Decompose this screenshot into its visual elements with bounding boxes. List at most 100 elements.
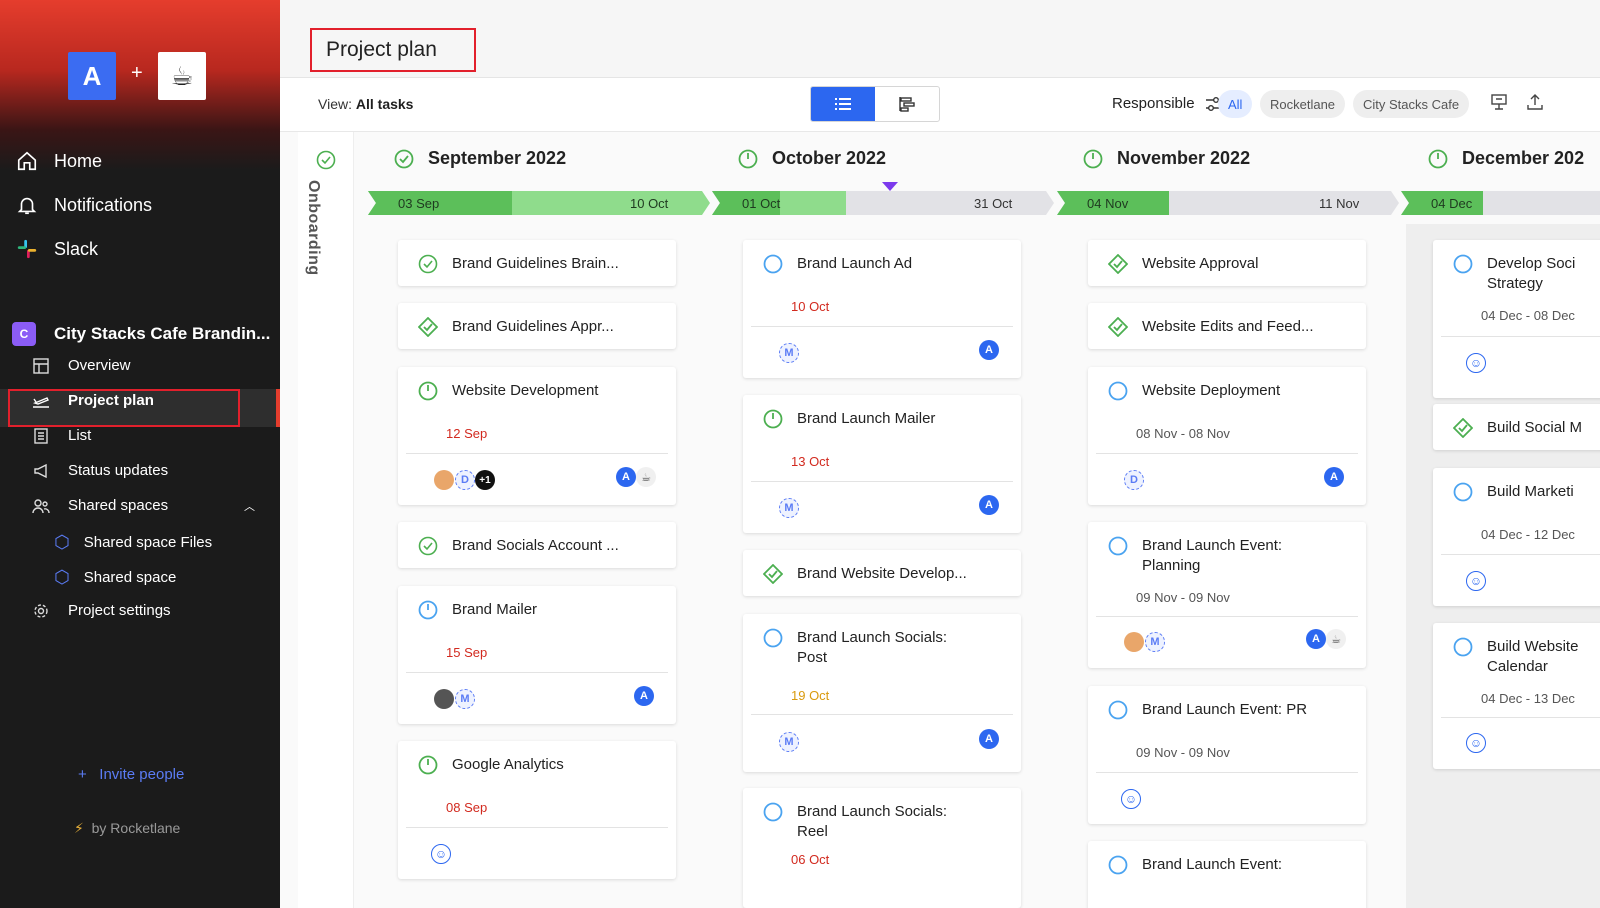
list-icon bbox=[32, 427, 50, 444]
nav-shared-spaces[interactable]: Shared spaces ︿ bbox=[32, 497, 262, 514]
presentation-icon[interactable] bbox=[1490, 93, 1508, 116]
avatar[interactable]: M bbox=[455, 689, 475, 709]
nav-slack[interactable]: Slack bbox=[14, 238, 98, 260]
avatar[interactable]: M bbox=[779, 343, 799, 363]
task-name: Brand Guidelines Brain... bbox=[452, 255, 619, 272]
owner-avatar[interactable]: A bbox=[634, 686, 654, 706]
task-card[interactable]: Build Website Calendar 04 Dec - 13 Dec ☺ bbox=[1433, 623, 1600, 769]
card-divider bbox=[1096, 453, 1358, 454]
bar-end-date: 11 Nov bbox=[1319, 196, 1360, 211]
milestone-card[interactable]: Website Edits and Feed... bbox=[1088, 303, 1366, 349]
nav-project-settings[interactable]: Project settings bbox=[32, 602, 171, 619]
milestone-diamond-icon bbox=[1453, 418, 1473, 438]
circle-todo-icon bbox=[763, 802, 783, 822]
task-name: Brand Guidelines Appr... bbox=[452, 318, 614, 335]
month-header-september: September 2022 bbox=[394, 148, 566, 169]
avatar[interactable]: M bbox=[779, 498, 799, 518]
timeline-bar-november[interactable]: 04 Nov 11 Nov bbox=[1057, 191, 1399, 215]
list-view-button[interactable] bbox=[811, 87, 875, 121]
project-header[interactable]: C City Stacks Cafe Brandin... bbox=[12, 322, 270, 346]
powered-by[interactable]: ⚡ by Rocketlane bbox=[74, 820, 180, 837]
unassigned-user-icon[interactable]: ☺ bbox=[431, 844, 451, 864]
task-card[interactable]: Brand Launch Event: PR 09 Nov - 09 Nov ☺ bbox=[1088, 686, 1366, 824]
nav-overview[interactable]: Overview bbox=[32, 357, 131, 374]
owner-avatar[interactable]: A bbox=[979, 340, 999, 360]
nav-list[interactable]: List bbox=[32, 427, 91, 444]
milestone-diamond-icon bbox=[1108, 317, 1128, 337]
chevron-up-icon[interactable]: ︿ bbox=[244, 498, 255, 514]
milestone-card[interactable]: Website Approval bbox=[1088, 240, 1366, 286]
task-name: Brand Launch Ad bbox=[797, 255, 913, 272]
task-card[interactable]: Brand Launch Socials: Post 19 Oct M A bbox=[743, 614, 1021, 772]
invite-people-link[interactable]: + Invite people bbox=[78, 766, 184, 783]
avatar[interactable]: M bbox=[1145, 632, 1165, 652]
avatar[interactable] bbox=[434, 470, 454, 490]
task-card[interactable]: Develop Soci Strategy 04 Dec - 08 Dec ☺ bbox=[1433, 240, 1600, 398]
unassigned-user-icon[interactable]: ☺ bbox=[1121, 789, 1141, 809]
gantt-view-button[interactable] bbox=[875, 87, 939, 121]
task-card[interactable]: Google Analytics 08 Sep ☺ bbox=[398, 741, 676, 879]
avatar[interactable]: M bbox=[779, 732, 799, 752]
task-card[interactable]: Build Marketi 04 Dec - 12 Dec ☺ bbox=[1433, 468, 1600, 606]
timeline-bar-december[interactable]: 04 Dec bbox=[1401, 191, 1600, 215]
circle-todo-icon bbox=[1453, 482, 1473, 502]
milestone-card[interactable]: Build Social M bbox=[1433, 404, 1600, 450]
milestone-card[interactable]: Brand Guidelines Appr... bbox=[398, 303, 676, 349]
timeline-bar-september[interactable]: 03 Sep 10 Oct bbox=[368, 191, 710, 215]
logo-letter: A bbox=[82, 60, 102, 91]
avatar[interactable]: D bbox=[455, 470, 475, 490]
task-card[interactable]: Brand Launch Ad 10 Oct M A bbox=[743, 240, 1021, 378]
filter-chip-rocketlane[interactable]: Rocketlane bbox=[1260, 90, 1346, 118]
owner-avatar[interactable]: A bbox=[616, 467, 636, 487]
filter-chip-city-stacks[interactable]: City Stacks Cafe bbox=[1353, 90, 1470, 118]
timeline-bar-october[interactable]: 01 Oct 31 Oct bbox=[712, 191, 1054, 215]
nav-shared-space-label: Shared space bbox=[83, 569, 177, 586]
gear-icon bbox=[32, 603, 50, 619]
avatar[interactable]: D bbox=[1124, 470, 1144, 490]
avatar[interactable] bbox=[434, 689, 454, 709]
nav-notifications[interactable]: Notifications bbox=[14, 194, 152, 216]
task-name: Website Development bbox=[452, 382, 599, 399]
sidebar: A + ☕ Home Notifications Slack C City St… bbox=[0, 0, 280, 908]
owner-avatar[interactable]: A bbox=[979, 729, 999, 749]
task-card[interactable]: Brand Socials Account ... bbox=[398, 522, 676, 568]
clock-progress-icon bbox=[418, 381, 438, 401]
view-selector[interactable]: View: All tasks bbox=[318, 96, 413, 112]
task-card[interactable]: Brand Mailer 15 Sep M A bbox=[398, 586, 676, 724]
task-card[interactable]: Brand Guidelines Brain... bbox=[398, 240, 676, 286]
owner-avatar[interactable]: A bbox=[1324, 467, 1344, 487]
export-icon[interactable] bbox=[1526, 93, 1544, 116]
task-card[interactable]: Brand Launch Event: bbox=[1088, 841, 1366, 908]
filter-chip-all[interactable]: All bbox=[1218, 90, 1253, 118]
task-card[interactable]: Brand Launch Socials: Reel 06 Oct bbox=[743, 788, 1021, 908]
nav-shared-space[interactable]: ⬡ Shared space bbox=[54, 567, 176, 588]
avatar[interactable]: ☕ bbox=[1326, 629, 1346, 649]
avatar[interactable]: ☕ bbox=[636, 467, 656, 487]
task-card[interactable]: Brand Launch Event: Planning 09 Nov - 09… bbox=[1088, 522, 1366, 668]
task-card[interactable]: Brand Launch Mailer 13 Oct M A bbox=[743, 395, 1021, 533]
task-card[interactable]: Website Development 12 Sep D +1 A ☕ bbox=[398, 367, 676, 505]
nav-home[interactable]: Home bbox=[14, 150, 102, 172]
task-date-range: 04 Dec - 12 Dec bbox=[1481, 527, 1575, 542]
owner-avatar[interactable]: A bbox=[1306, 629, 1326, 649]
unassigned-user-icon[interactable]: ☺ bbox=[1466, 353, 1486, 373]
avatar[interactable] bbox=[1124, 632, 1144, 652]
clock-progress-icon bbox=[738, 149, 758, 169]
phase-complete-icon bbox=[316, 150, 336, 170]
nav-overview-label: Overview bbox=[68, 357, 131, 374]
cafe-logo-icon: ☕ bbox=[158, 52, 206, 100]
avatar-overflow-count[interactable]: +1 bbox=[475, 470, 495, 490]
nav-shared-space-files[interactable]: ⬡ Shared space Files bbox=[54, 532, 212, 553]
unassigned-user-icon[interactable]: ☺ bbox=[1466, 571, 1486, 591]
nav-status-updates[interactable]: Status updates bbox=[32, 462, 168, 479]
task-date-range: 08 Nov - 08 Nov bbox=[1136, 426, 1230, 441]
nav-slack-label: Slack bbox=[54, 238, 99, 259]
owner-avatar[interactable]: A bbox=[979, 495, 999, 515]
task-card[interactable]: Website Deployment 08 Nov - 08 Nov D A bbox=[1088, 367, 1366, 505]
card-divider bbox=[751, 326, 1013, 327]
milestone-card[interactable]: Brand Website Develop... bbox=[743, 550, 1021, 596]
unassigned-user-icon[interactable]: ☺ bbox=[1466, 733, 1486, 753]
month-title-label: October 2022 bbox=[772, 148, 887, 168]
users-icon bbox=[32, 498, 50, 514]
responsible-filter[interactable]: Responsible bbox=[1112, 95, 1223, 112]
